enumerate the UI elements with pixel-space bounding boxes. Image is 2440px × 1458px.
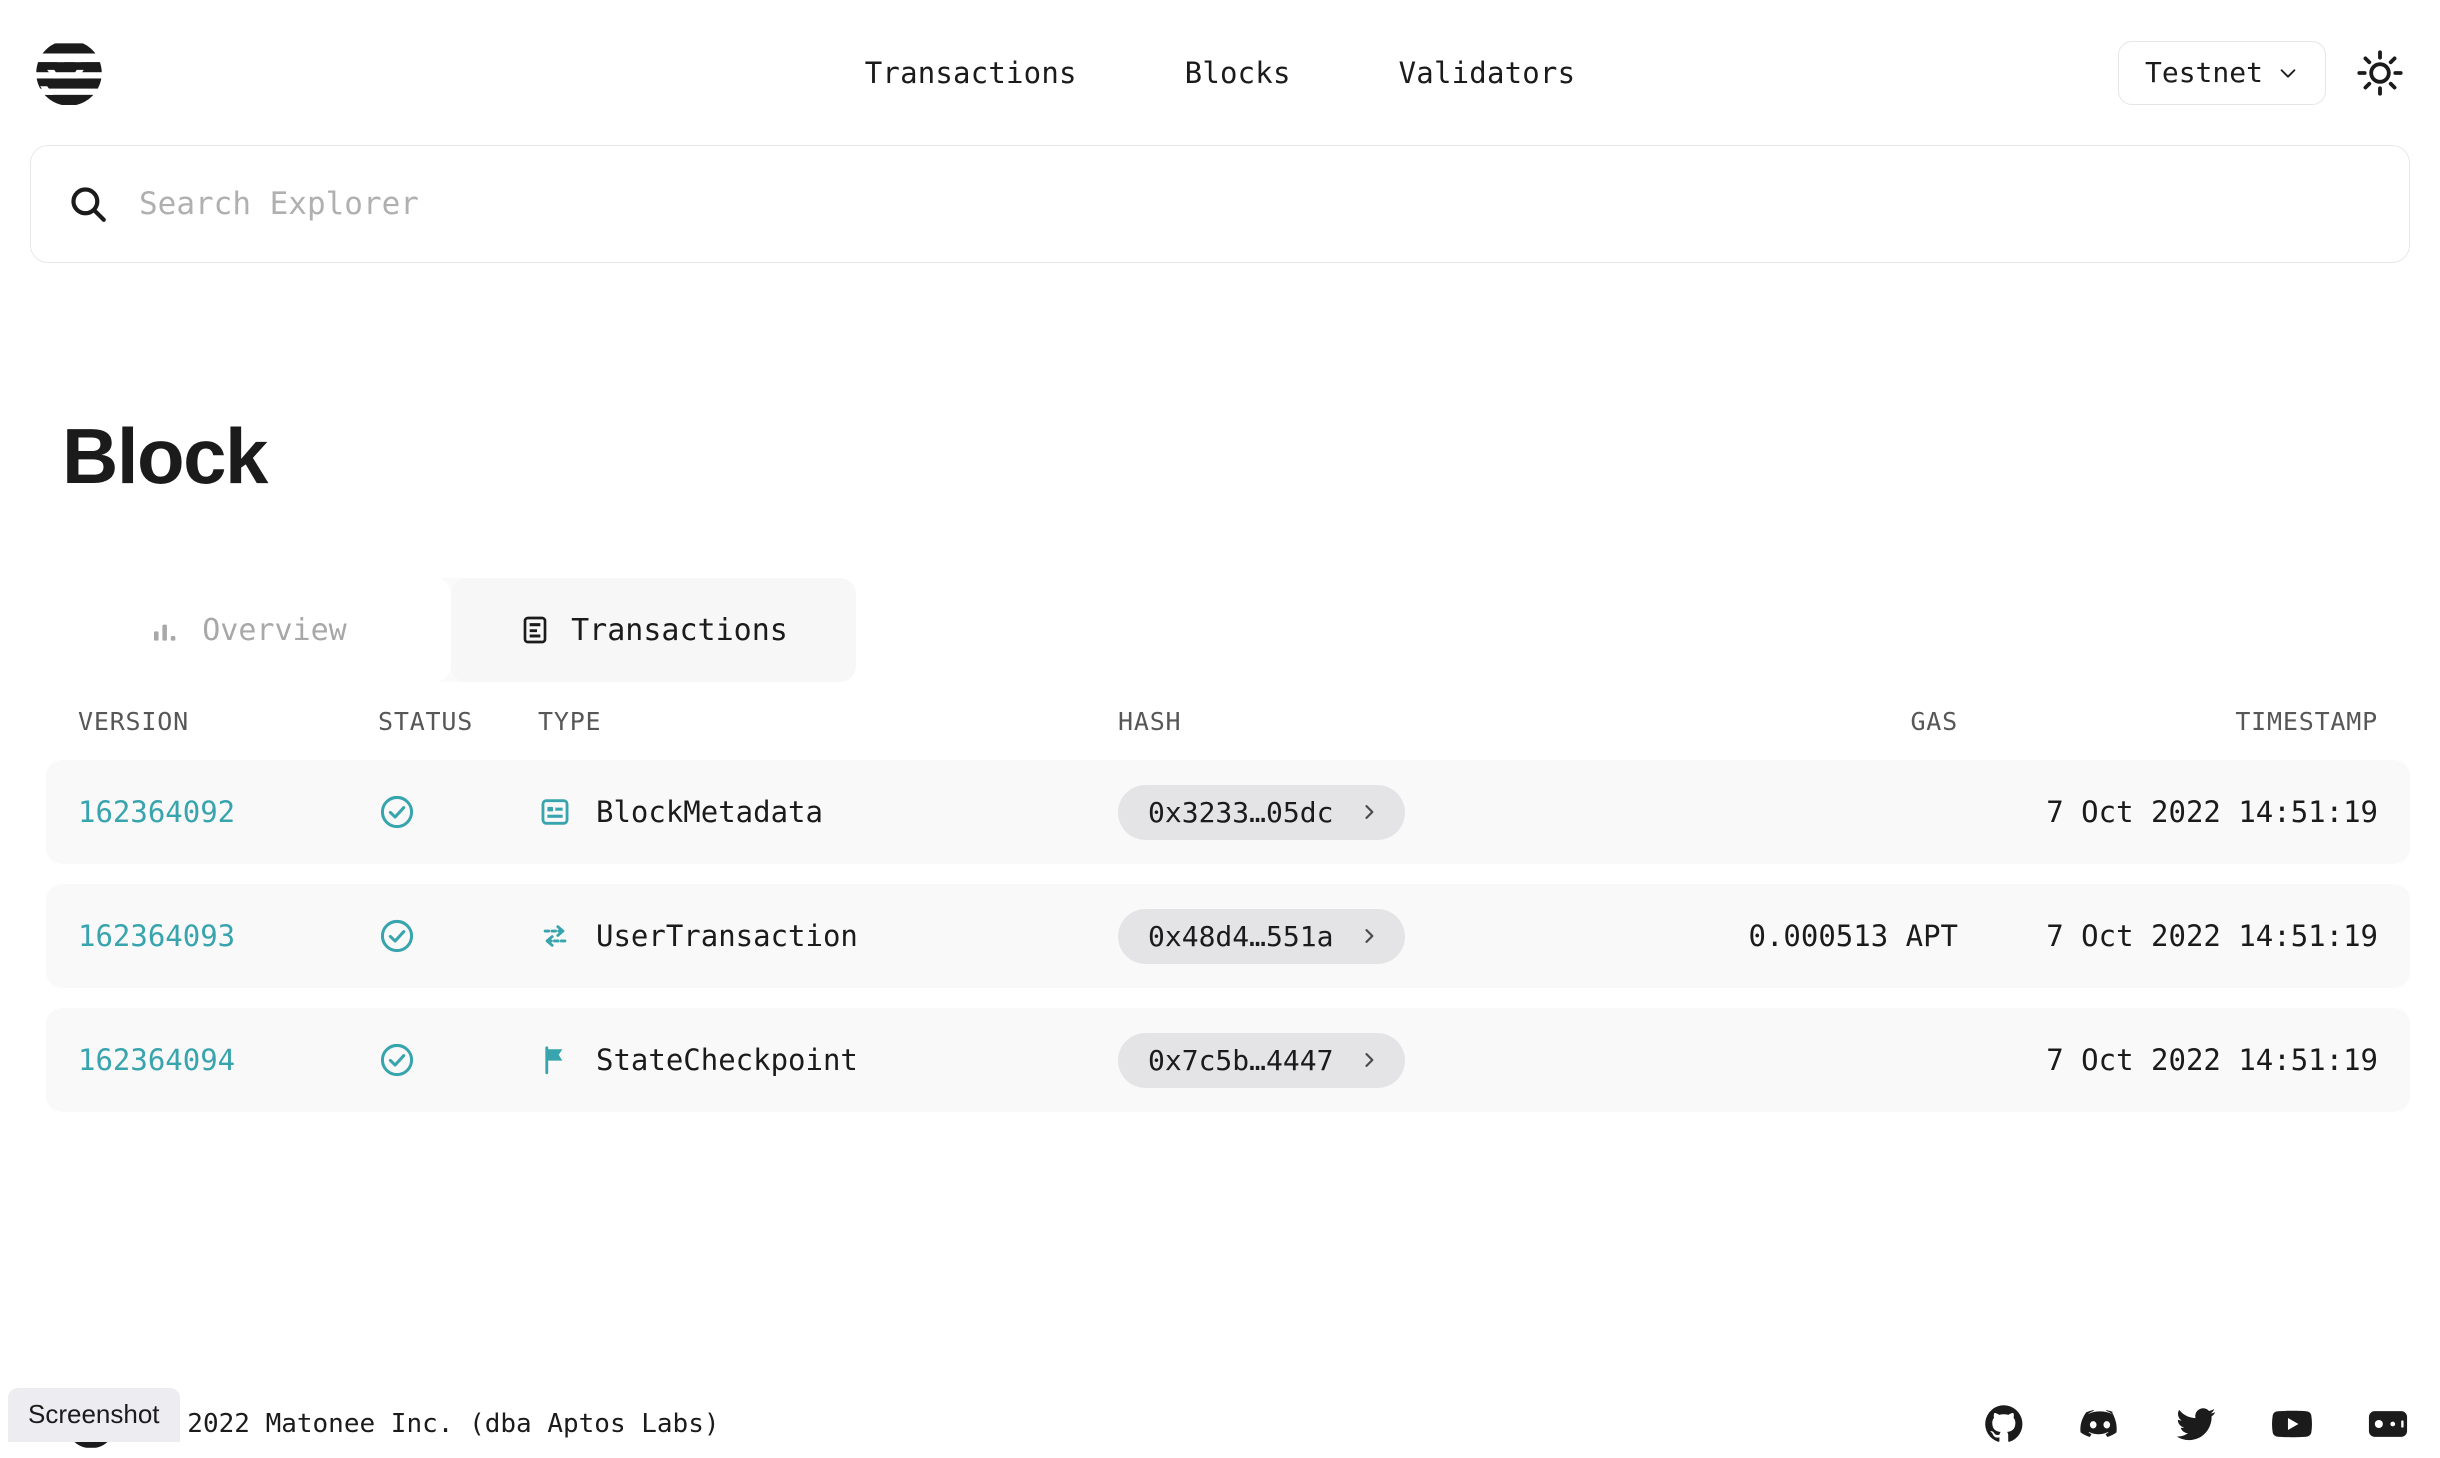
version-link[interactable]: 162364092 — [78, 795, 235, 829]
network-select[interactable]: Testnet — [2118, 41, 2326, 105]
check-circle-icon — [378, 793, 416, 831]
site-header: Transactions Blocks Validators Testnet — [0, 0, 2440, 145]
column-header-version: VERSION — [78, 707, 378, 736]
search-bar[interactable] — [30, 145, 2410, 263]
block-metadata-icon — [538, 795, 572, 829]
medium-icon[interactable] — [2366, 1402, 2410, 1446]
github-icon[interactable] — [1982, 1402, 2026, 1446]
nav-item-transactions[interactable]: Transactions — [865, 56, 1077, 90]
search-icon — [67, 183, 109, 225]
column-header-timestamp: TIMESTAMP — [1958, 707, 2378, 736]
twitter-icon[interactable] — [2174, 1402, 2218, 1446]
transaction-type-label: UserTransaction — [596, 919, 858, 953]
network-select-value: Testnet — [2145, 56, 2263, 89]
theme-toggle-button[interactable] — [2352, 45, 2408, 101]
table-row[interactable]: 162364094 StateCheckpoint 0x7c5b…4447 — [46, 1008, 2410, 1112]
transactions-table: VERSION STATUS TYPE HASH GAS TIMESTAMP 1… — [46, 682, 2410, 1112]
gas-value: 0.000513 APT — [1538, 919, 1958, 953]
status-badge — [378, 793, 538, 831]
footer-copyright: © 2022 Matonee Inc. (dba Aptos Labs) — [156, 1409, 720, 1439]
hash-text: 0x3233…05dc — [1148, 796, 1333, 829]
document-icon — [519, 614, 551, 646]
flag-icon — [538, 1043, 572, 1077]
youtube-icon[interactable] — [2270, 1402, 2314, 1446]
status-badge — [378, 1041, 538, 1079]
screenshot-badge: Screenshot — [8, 1388, 180, 1442]
timestamp-value: 7 Oct 2022 14:51:19 — [1958, 795, 2378, 829]
nav-item-validators[interactable]: Validators — [1399, 56, 1576, 90]
chevron-right-icon — [1359, 1050, 1379, 1070]
search-input[interactable] — [139, 186, 2373, 222]
chevron-down-icon — [2277, 62, 2299, 84]
hash-pill[interactable]: 0x7c5b…4447 — [1118, 1033, 1405, 1088]
tab-transactions[interactable]: Transactions — [451, 578, 856, 682]
column-header-hash: HASH — [1118, 707, 1538, 736]
hash-pill[interactable]: 0x3233…05dc — [1118, 785, 1405, 840]
table-row[interactable]: 162364093 UserTransaction 0x48d4…551a — [46, 884, 2410, 988]
check-circle-icon — [378, 917, 416, 955]
bar-chart-icon — [150, 614, 182, 646]
aptos-logo-icon[interactable] — [30, 34, 108, 112]
block-tabs: Overview Transactions — [46, 578, 856, 682]
tab-overview[interactable]: Overview — [46, 578, 451, 682]
chevron-right-icon — [1359, 926, 1379, 946]
footer-social-links — [1982, 1402, 2410, 1446]
column-header-gas: GAS — [1538, 707, 1958, 736]
transaction-type-label: BlockMetadata — [596, 795, 823, 829]
check-circle-icon — [378, 1041, 416, 1079]
discord-icon[interactable] — [2078, 1402, 2122, 1446]
table-row[interactable]: 162364092 BlockMetadata 0x3233…05dc — [46, 760, 2410, 864]
status-badge — [378, 917, 538, 955]
hash-text: 0x48d4…551a — [1148, 920, 1333, 953]
version-link[interactable]: 162364093 — [78, 919, 235, 953]
page-title: Block — [62, 411, 2440, 502]
version-link[interactable]: 162364094 — [78, 1043, 235, 1077]
hash-text: 0x7c5b…4447 — [1148, 1044, 1333, 1077]
nav-item-blocks[interactable]: Blocks — [1185, 56, 1291, 90]
timestamp-value: 7 Oct 2022 14:51:19 — [1958, 919, 2378, 953]
transaction-type-label: StateCheckpoint — [596, 1043, 858, 1077]
sun-icon — [2357, 50, 2403, 96]
hash-pill[interactable]: 0x48d4…551a — [1118, 909, 1405, 964]
column-header-type: TYPE — [538, 707, 1118, 736]
transfer-arrows-icon — [538, 919, 572, 953]
table-header-row: VERSION STATUS TYPE HASH GAS TIMESTAMP — [46, 682, 2410, 760]
tab-overview-label: Overview — [202, 613, 347, 648]
chevron-right-icon — [1359, 802, 1379, 822]
header-right-controls: Testnet — [2118, 41, 2408, 105]
timestamp-value: 7 Oct 2022 14:51:19 — [1958, 1043, 2378, 1077]
main-nav: Transactions Blocks Validators — [0, 0, 2440, 145]
column-header-status: STATUS — [378, 707, 538, 736]
site-footer: © 2022 Matonee Inc. (dba Aptos Labs) — [0, 1376, 2440, 1458]
tab-transactions-label: Transactions — [571, 613, 788, 648]
